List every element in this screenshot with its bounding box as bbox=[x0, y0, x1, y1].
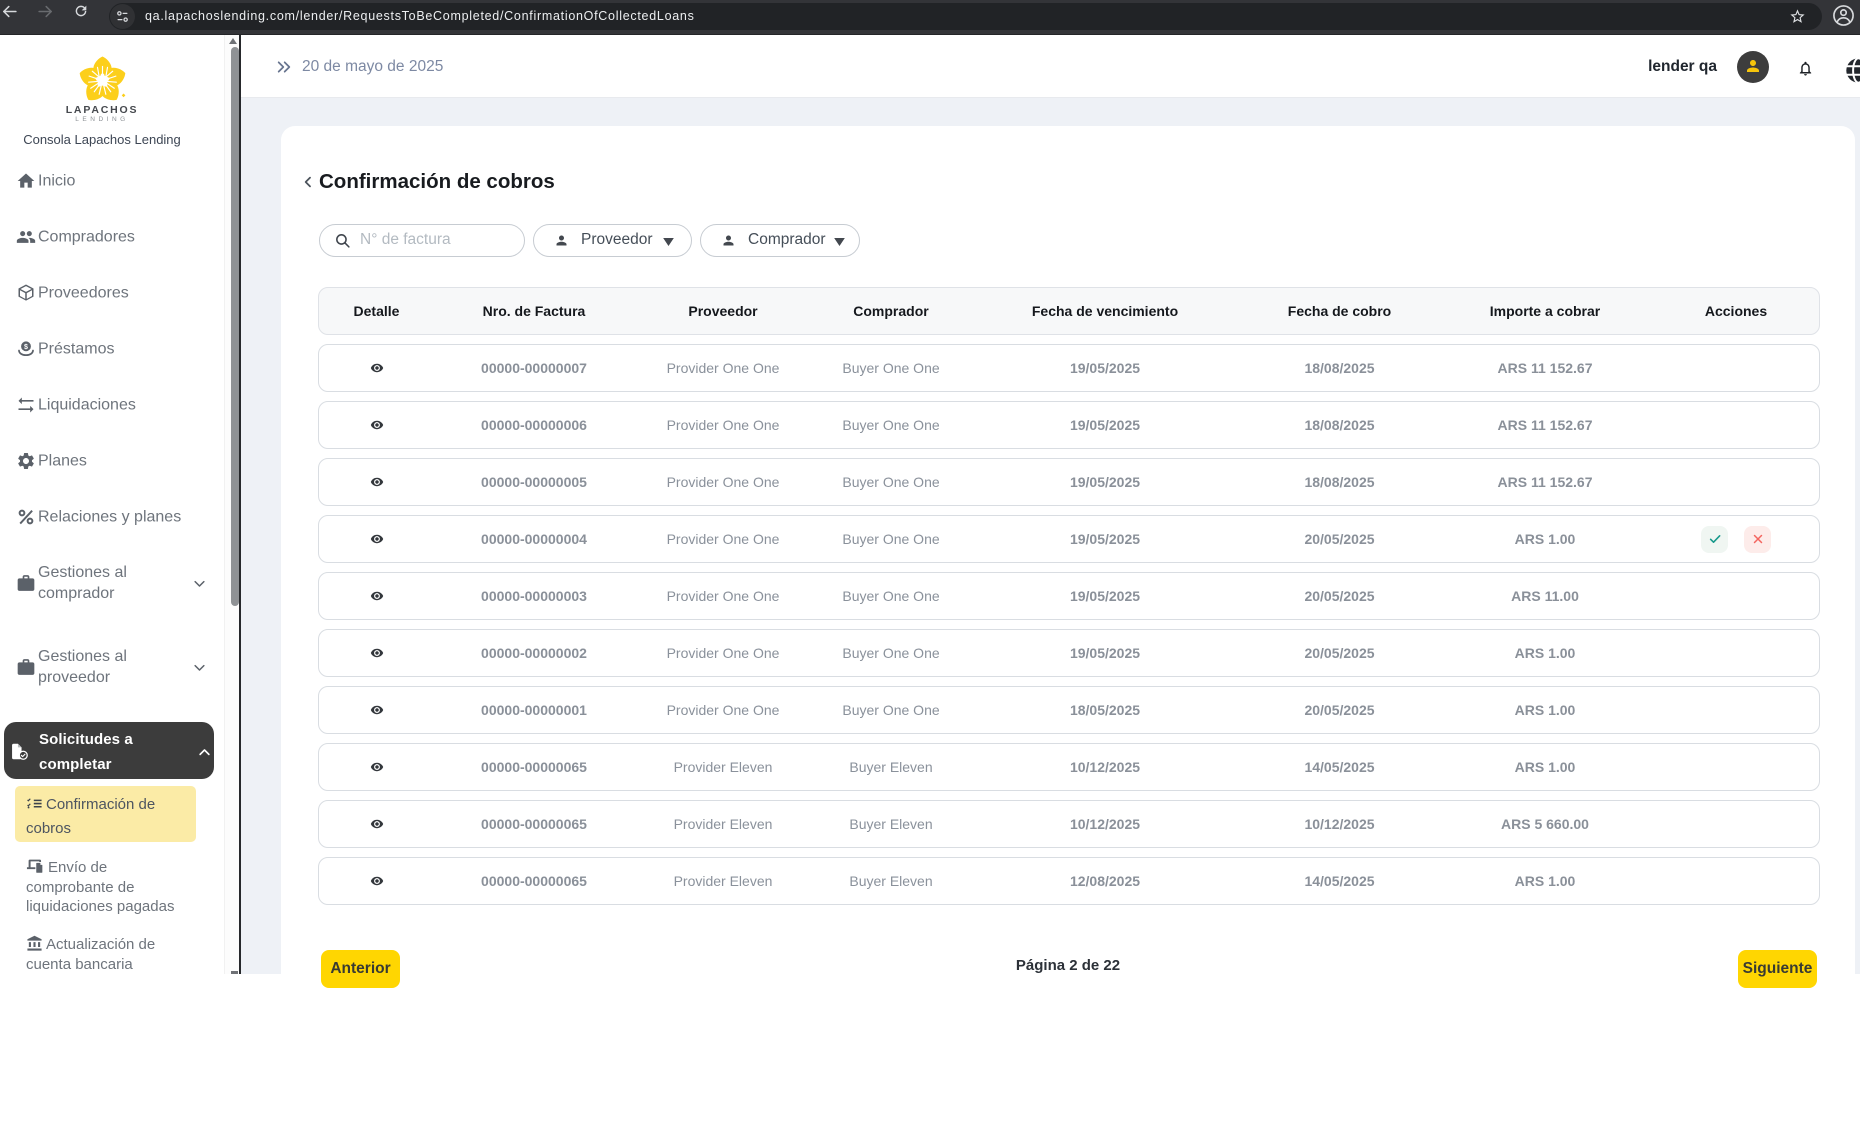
svg-text:$: $ bbox=[24, 343, 28, 351]
